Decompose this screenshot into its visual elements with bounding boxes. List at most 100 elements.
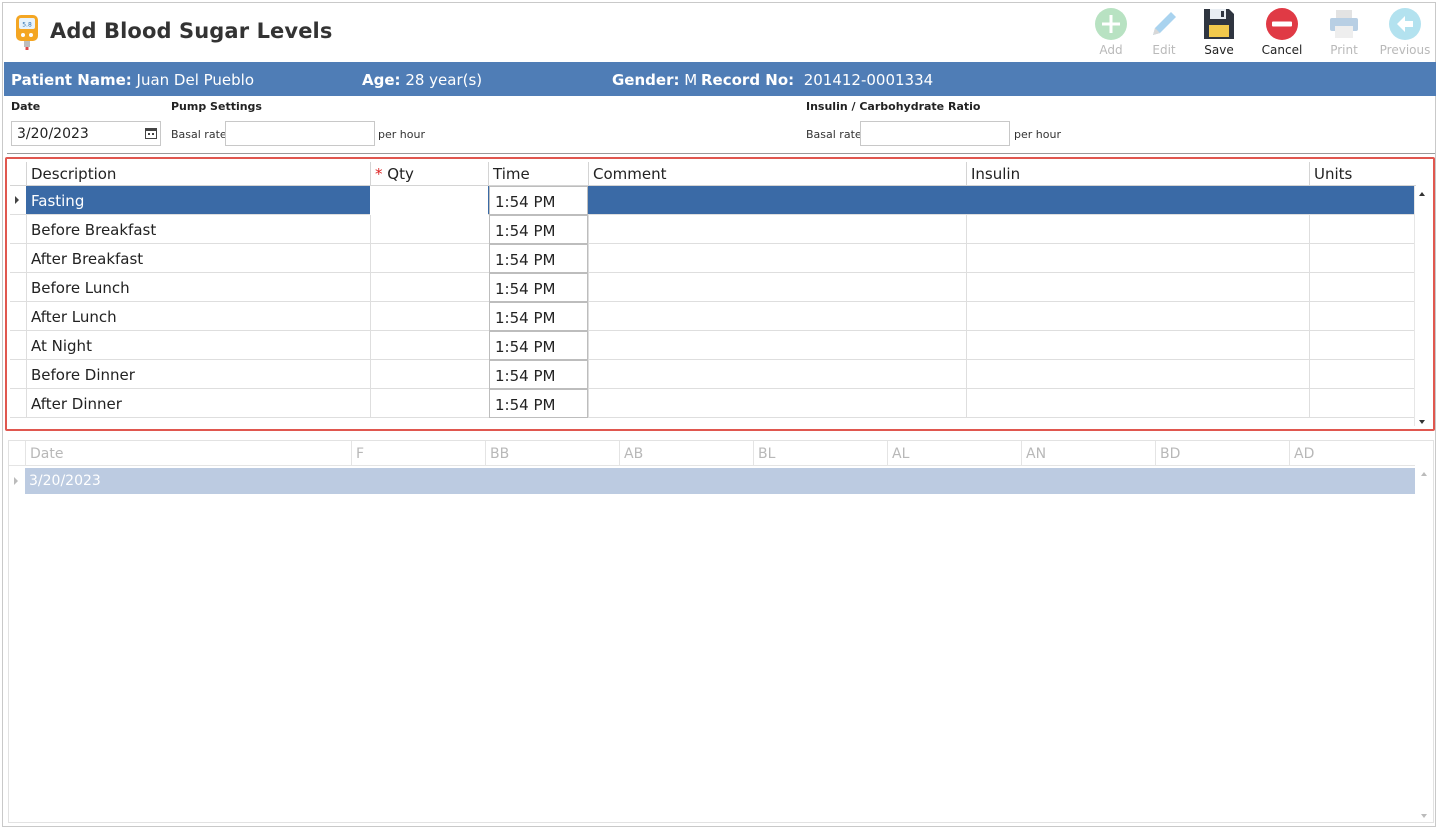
- cell-qty[interactable]: [370, 273, 488, 302]
- table-row[interactable]: Before Breakfast 1:54 PM: [10, 215, 1416, 244]
- edit-label: Edit: [1152, 43, 1176, 57]
- cell-qty[interactable]: [370, 331, 488, 360]
- cell-description[interactable]: Before Lunch: [26, 273, 370, 302]
- table-row[interactable]: After Lunch 1:54 PM: [10, 302, 1416, 331]
- cell-description[interactable]: After Dinner: [26, 389, 370, 418]
- cell-time[interactable]: 1:54 PM: [489, 215, 588, 244]
- cell-insulin[interactable]: [966, 273, 1309, 302]
- cell-insulin[interactable]: [966, 186, 1309, 215]
- cell-units[interactable]: [1309, 302, 1416, 331]
- cell-insulin[interactable]: [966, 302, 1309, 331]
- col-qty[interactable]: * Qty: [370, 162, 488, 186]
- calendar-icon[interactable]: [145, 127, 157, 139]
- ratio-per-hour-label: per hour: [1014, 128, 1061, 141]
- cell-comment[interactable]: [588, 360, 966, 389]
- print-icon: [1330, 10, 1358, 38]
- cell-description[interactable]: Fasting: [26, 186, 370, 215]
- history-scrollbar[interactable]: [1417, 466, 1433, 822]
- cell-qty[interactable]: [370, 360, 488, 389]
- ratio-basal-rate-label: Basal rate: [806, 128, 862, 141]
- cell-units[interactable]: [1309, 360, 1416, 389]
- cell-time[interactable]: 1:54 PM: [489, 186, 588, 215]
- cell-comment[interactable]: [588, 215, 966, 244]
- pump-basal-rate-input[interactable]: [225, 121, 375, 146]
- history-col-bl[interactable]: BL: [753, 441, 887, 466]
- cell-qty[interactable]: [370, 302, 488, 331]
- ratio-basal-rate-input[interactable]: [860, 121, 1010, 146]
- add-button[interactable]: Add: [1081, 5, 1141, 61]
- cell-qty[interactable]: [370, 215, 488, 244]
- cancel-button[interactable]: Cancel: [1252, 5, 1312, 61]
- cell-qty[interactable]: [370, 389, 488, 418]
- cell-qty[interactable]: [370, 186, 488, 215]
- history-col-al[interactable]: AL: [887, 441, 1021, 466]
- cell-time[interactable]: 1:54 PM: [489, 273, 588, 302]
- history-col-bd[interactable]: BD: [1155, 441, 1289, 466]
- cell-insulin[interactable]: [966, 331, 1309, 360]
- edit-pencil-icon: [1153, 12, 1176, 35]
- required-marker: *: [375, 165, 383, 183]
- cell-units[interactable]: [1309, 215, 1416, 244]
- cell-comment[interactable]: [588, 331, 966, 360]
- cell-comment[interactable]: [588, 186, 966, 215]
- date-value: 3/20/2023: [17, 126, 89, 142]
- patient-name: Patient Name: Juan Del Pueblo: [11, 71, 255, 89]
- history-scroll-down-icon[interactable]: [1421, 814, 1427, 818]
- history-col-ab[interactable]: AB: [619, 441, 753, 466]
- cell-qty[interactable]: [370, 244, 488, 273]
- cell-insulin[interactable]: [966, 215, 1309, 244]
- table-row[interactable]: Before Lunch 1:54 PM: [10, 273, 1416, 302]
- table-row[interactable]: After Breakfast 1:54 PM: [10, 244, 1416, 273]
- cell-description[interactable]: At Night: [26, 331, 370, 360]
- table-row[interactable]: Before Dinner 1:54 PM: [10, 360, 1416, 389]
- history-col-an[interactable]: AN: [1021, 441, 1155, 466]
- history-scroll-up-icon[interactable]: [1421, 472, 1427, 476]
- cell-description[interactable]: After Breakfast: [26, 244, 370, 273]
- cell-insulin[interactable]: [966, 244, 1309, 273]
- cell-comment[interactable]: [588, 244, 966, 273]
- history-col-ad[interactable]: AD: [1289, 441, 1423, 466]
- table-row[interactable]: At Night 1:54 PM: [10, 331, 1416, 360]
- cell-comment[interactable]: [588, 389, 966, 418]
- cell-units[interactable]: [1309, 389, 1416, 418]
- readings-scrollbar[interactable]: [1414, 186, 1430, 426]
- edit-button[interactable]: Edit: [1134, 5, 1194, 61]
- history-row[interactable]: 3/20/2023: [14, 468, 1415, 494]
- date-label: Date: [11, 100, 41, 113]
- cell-time[interactable]: 1:54 PM: [489, 389, 588, 418]
- readings-grid: Description * Qty Time Comment Insulin U…: [5, 157, 1435, 431]
- cell-description[interactable]: After Lunch: [26, 302, 370, 331]
- cell-insulin[interactable]: [966, 360, 1309, 389]
- date-picker[interactable]: 3/20/2023: [11, 121, 161, 146]
- scroll-down-icon[interactable]: [1419, 420, 1425, 424]
- col-comment[interactable]: Comment: [588, 162, 966, 186]
- col-time[interactable]: Time: [488, 162, 588, 186]
- table-row[interactable]: Fasting 1:54 PM: [10, 186, 1416, 215]
- print-button[interactable]: Print: [1314, 5, 1374, 61]
- cell-time[interactable]: 1:54 PM: [489, 302, 588, 331]
- col-insulin[interactable]: Insulin: [966, 162, 1309, 186]
- cell-units[interactable]: [1309, 273, 1416, 302]
- cell-units[interactable]: [1309, 244, 1416, 273]
- save-floppy-icon: [1204, 9, 1234, 39]
- cell-time[interactable]: 1:54 PM: [489, 360, 588, 389]
- previous-button[interactable]: Previous: [1375, 5, 1435, 61]
- cell-comment[interactable]: [588, 273, 966, 302]
- add-label: Add: [1099, 43, 1123, 57]
- cell-time[interactable]: 1:54 PM: [489, 244, 588, 273]
- cell-units[interactable]: [1309, 186, 1416, 215]
- cell-description[interactable]: Before Dinner: [26, 360, 370, 389]
- scroll-up-icon[interactable]: [1419, 192, 1425, 196]
- cell-time[interactable]: 1:54 PM: [489, 331, 588, 360]
- cell-comment[interactable]: [588, 302, 966, 331]
- table-row[interactable]: After Dinner 1:54 PM: [10, 389, 1416, 418]
- cell-description[interactable]: Before Breakfast: [26, 215, 370, 244]
- history-col-f[interactable]: F: [351, 441, 485, 466]
- cell-insulin[interactable]: [966, 389, 1309, 418]
- save-button[interactable]: Save: [1189, 5, 1249, 61]
- history-col-bb[interactable]: BB: [485, 441, 619, 466]
- history-col-date[interactable]: Date: [25, 441, 351, 466]
- col-description[interactable]: Description: [26, 162, 370, 186]
- cell-units[interactable]: [1309, 331, 1416, 360]
- col-units[interactable]: Units: [1309, 162, 1416, 186]
